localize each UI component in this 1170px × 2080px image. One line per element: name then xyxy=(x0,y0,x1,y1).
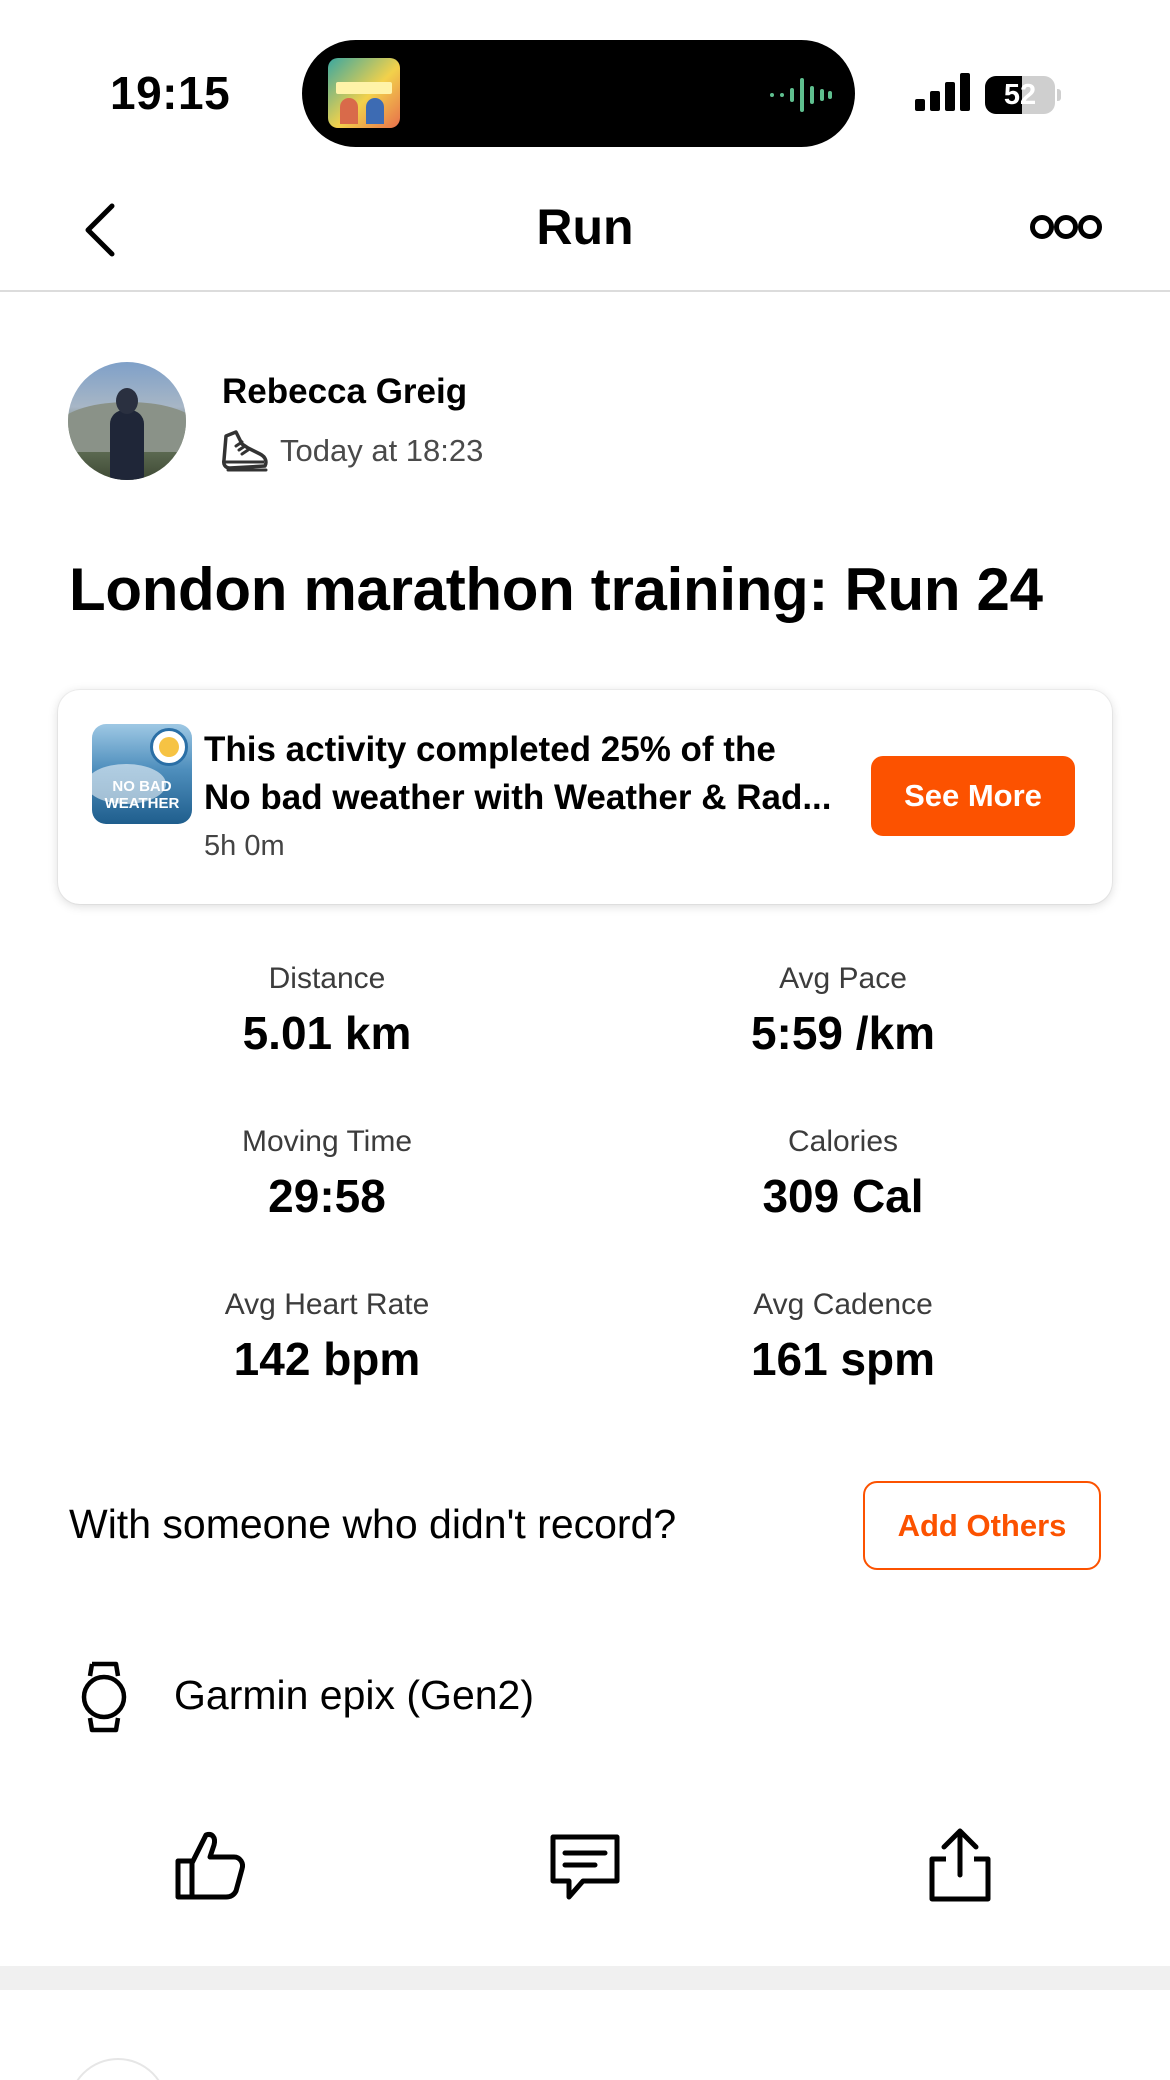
section-divider xyxy=(0,1966,1170,1990)
nav-bar: Run xyxy=(0,150,1170,292)
see-more-button[interactable]: See More xyxy=(871,756,1075,836)
stat-value: 5:59 /km xyxy=(750,1007,936,1059)
now-playing-artwork xyxy=(328,58,400,128)
battery-percent: 52 xyxy=(1003,79,1037,111)
stat-calories: Calories 309 Cal xyxy=(633,1125,1053,1223)
athlete-name[interactable]: Rebecca Greig xyxy=(222,372,467,412)
athlete-avatar[interactable] xyxy=(68,362,186,480)
more-options-icon[interactable] xyxy=(1030,212,1102,242)
challenge-duration: 5h 0m xyxy=(204,830,285,862)
challenge-text-line2: No bad weather with Weather & Rad... xyxy=(204,778,832,817)
activity-title: London marathon training: Run 24 xyxy=(69,556,1043,623)
stat-label: Calories xyxy=(787,1125,899,1158)
stat-label: Avg Cadence xyxy=(753,1288,933,1321)
next-section-avatar xyxy=(68,2058,168,2080)
stat-value: 309 Cal xyxy=(762,1170,924,1222)
dynamic-island[interactable] xyxy=(302,40,855,147)
kudos-thumbs-up-icon[interactable] xyxy=(170,1825,250,1905)
with-others-prompt: With someone who didn't record? xyxy=(69,1501,677,1547)
challenge-badge-text: NO BAD WEATHER xyxy=(104,778,180,812)
comment-icon[interactable] xyxy=(545,1825,625,1905)
cellular-signal-icon xyxy=(915,73,970,111)
watch-icon xyxy=(81,1661,127,1733)
battery-icon: 52 xyxy=(985,76,1061,114)
stat-distance: Distance 5.01 km xyxy=(117,962,537,1060)
stat-value: 161 spm xyxy=(750,1333,936,1385)
activity-timestamp: Today at 18:23 xyxy=(280,433,484,468)
challenge-badge: NO BAD WEATHER xyxy=(92,724,192,824)
stat-label: Distance xyxy=(268,962,386,995)
share-icon[interactable] xyxy=(920,1825,1000,1905)
stat-value: 29:58 xyxy=(268,1170,386,1222)
audio-waveform-icon xyxy=(770,78,832,112)
challenge-card[interactable]: NO BAD WEATHER This activity completed 2… xyxy=(58,690,1112,904)
stat-label: Avg Heart Rate xyxy=(224,1288,430,1321)
status-bar: 19:15 52 xyxy=(0,0,1170,150)
stat-moving-time: Moving Time 29:58 xyxy=(117,1125,537,1223)
page-title: Run xyxy=(536,199,634,255)
add-others-button[interactable]: Add Others xyxy=(863,1481,1101,1570)
stat-value: 5.01 km xyxy=(242,1007,412,1059)
running-shoe-icon xyxy=(222,430,268,472)
status-time: 19:15 xyxy=(110,67,231,119)
device-name[interactable]: Garmin epix (Gen2) xyxy=(174,1672,534,1719)
stat-value: 142 bpm xyxy=(233,1333,421,1385)
stat-label: Moving Time xyxy=(241,1125,413,1158)
stat-avg-cadence: Avg Cadence 161 spm xyxy=(633,1288,1053,1386)
stat-avg-pace: Avg Pace 5:59 /km xyxy=(633,962,1053,1060)
stat-label: Avg Pace xyxy=(779,962,907,995)
challenge-text-line1: This activity completed 25% of the xyxy=(204,730,776,769)
stat-avg-heart-rate: Avg Heart Rate 142 bpm xyxy=(117,1288,537,1386)
